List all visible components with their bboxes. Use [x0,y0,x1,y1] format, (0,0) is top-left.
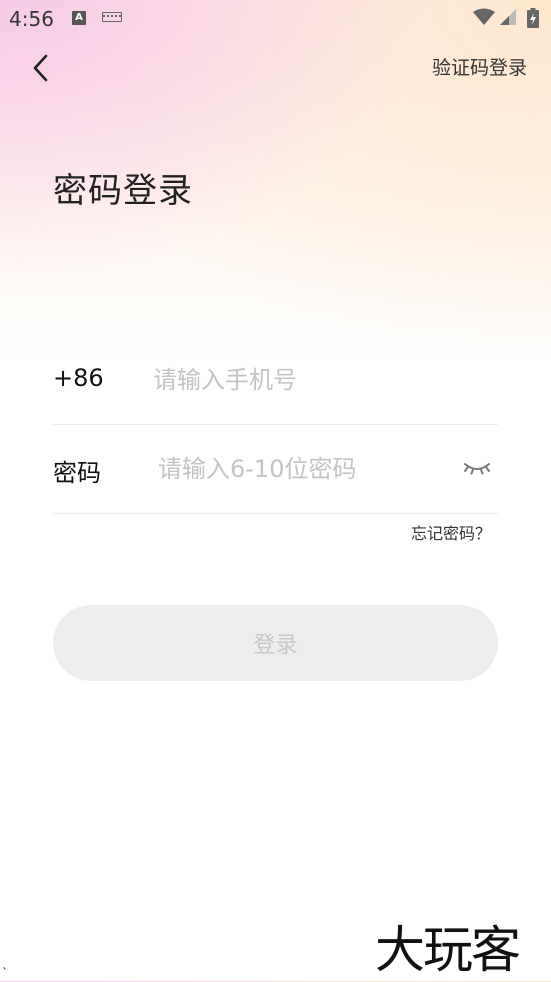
status-bar: 4:56 A [0,0,551,36]
battery-icon [527,8,539,28]
watermark-logo: 大玩客 [375,921,521,979]
sms-login-link[interactable]: 验证码登录 [432,53,527,80]
phone-input[interactable] [153,358,483,402]
status-time: 4:56 [9,7,54,31]
country-code[interactable]: +86 [53,364,104,392]
signal-icon [500,9,516,25]
keyboard-icon [102,12,122,22]
forgot-password-link[interactable]: 忘记密码？ [411,520,491,544]
chevron-left-icon [33,54,48,82]
back-button[interactable] [26,50,58,86]
phone-row: +86 [53,336,498,425]
password-input[interactable] [158,447,448,491]
password-row: 密码 [53,425,498,514]
password-label: 密码 [53,459,101,487]
wifi-icon [473,8,495,25]
password-visibility-toggle[interactable] [462,456,492,480]
login-button[interactable]: 登录 [53,605,498,681]
login-form: +86 密码 忘记密码？ [53,336,498,543]
corner-mark: ` [2,966,8,980]
a-icon: A [72,11,86,25]
page-title: 密码登录 [53,170,193,211]
eye-closed-icon [464,463,490,475]
